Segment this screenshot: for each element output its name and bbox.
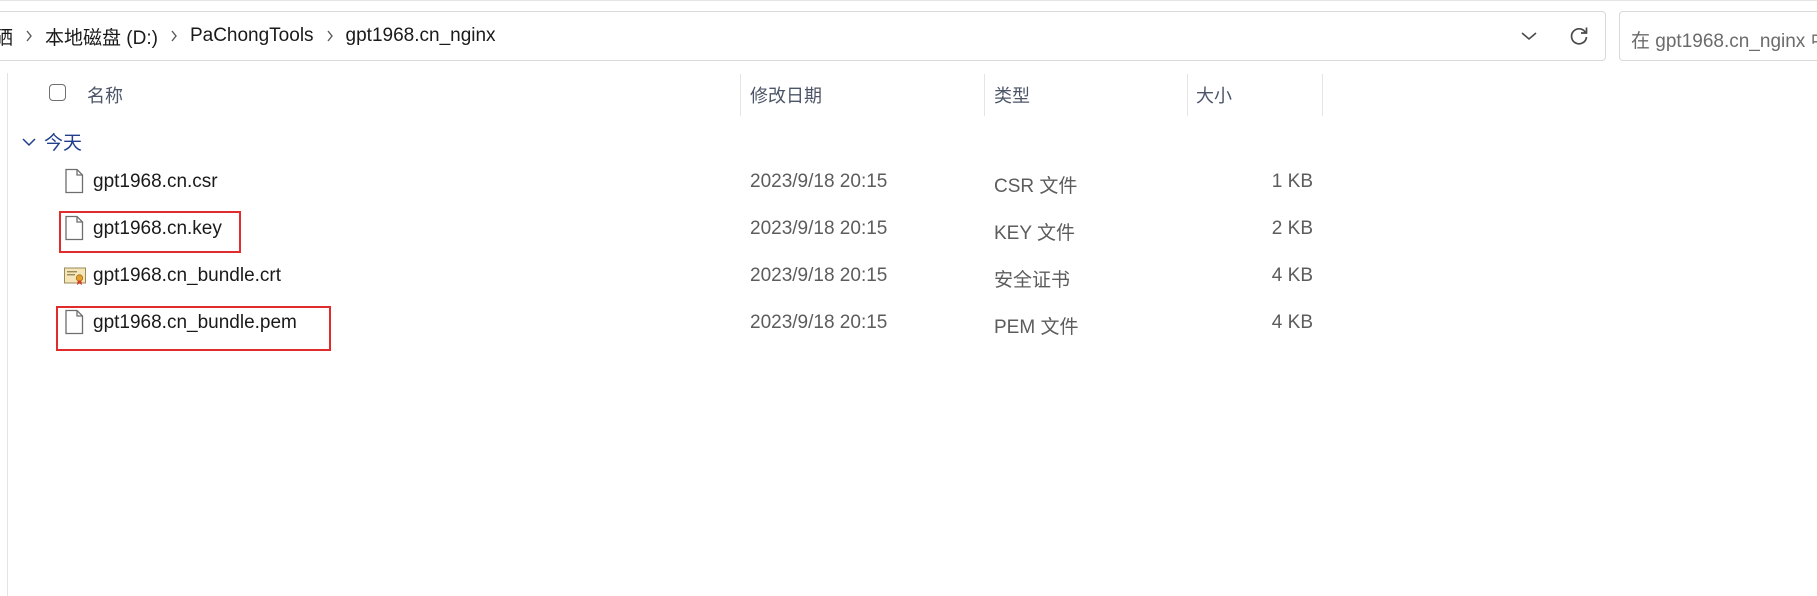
file-size: 4 KB bbox=[1271, 265, 1313, 286]
file-icon bbox=[65, 215, 84, 241]
window-top-border bbox=[0, 0, 1817, 1]
file-type: 安全证书 bbox=[994, 270, 1071, 291]
chevron-down-icon bbox=[22, 137, 36, 146]
file-modified: 2023/9/18 20:15 bbox=[750, 312, 888, 333]
column-divider[interactable] bbox=[740, 74, 741, 116]
file-modified: 2023/9/18 20:15 bbox=[750, 218, 888, 239]
group-label: 今天 bbox=[44, 133, 83, 154]
file-type: KEY 文件 bbox=[994, 223, 1075, 244]
group-header-today[interactable]: 今天 bbox=[22, 128, 82, 155]
breadcrumb-item-drive[interactable]: 本地磁盘 (D:) bbox=[41, 23, 162, 50]
file-type: CSR 文件 bbox=[994, 176, 1078, 197]
column-divider[interactable] bbox=[1187, 74, 1188, 116]
file-name[interactable]: gpt1968.cn.key bbox=[93, 218, 222, 240]
file-name[interactable]: gpt1968.cn_bundle.crt bbox=[93, 265, 281, 287]
column-header-modified[interactable]: 修改日期 bbox=[750, 82, 822, 108]
breadcrumb-item-pachongtools[interactable]: PaChongTools bbox=[186, 25, 318, 47]
file-row[interactable]: gpt1968.cn.csr 2023/9/18 20:15 CSR 文件 1 … bbox=[0, 165, 1330, 201]
certificate-icon bbox=[64, 267, 86, 285]
breadcrumb: 硒 本地磁盘 (D:) PaChongTools gpt1968.cn_ngin… bbox=[0, 12, 500, 60]
chevron-right-icon[interactable] bbox=[318, 30, 342, 42]
chevron-right-icon[interactable] bbox=[17, 30, 41, 42]
file-row[interactable]: gpt1968.cn_bundle.pem 2023/9/18 20:15 PE… bbox=[0, 306, 1330, 342]
column-header-type[interactable]: 类型 bbox=[994, 82, 1030, 108]
file-modified: 2023/9/18 20:15 bbox=[750, 265, 888, 286]
column-divider[interactable] bbox=[1322, 74, 1323, 116]
search-box[interactable]: 在 gpt1968.cn_nginx 中搜索 bbox=[1619, 11, 1817, 61]
file-row[interactable]: gpt1968.cn.key 2023/9/18 20:15 KEY 文件 2 … bbox=[0, 212, 1330, 248]
refresh-icon bbox=[1570, 27, 1588, 45]
chevron-right-icon[interactable] bbox=[162, 30, 186, 42]
column-header-name[interactable]: 名称 bbox=[87, 82, 123, 108]
column-header-size[interactable]: 大小 bbox=[1196, 82, 1232, 108]
file-icon bbox=[65, 168, 84, 194]
recent-locations-button[interactable] bbox=[1515, 24, 1543, 48]
file-size: 2 KB bbox=[1271, 218, 1313, 239]
file-row[interactable]: gpt1968.cn_bundle.crt 2023/9/18 20:15 安全… bbox=[0, 259, 1330, 295]
file-icon bbox=[65, 309, 84, 335]
select-all-checkbox[interactable] bbox=[49, 84, 66, 101]
file-name[interactable]: gpt1968.cn.csr bbox=[93, 171, 218, 193]
column-header: 名称 修改日期 类型 大小 bbox=[0, 74, 1330, 116]
file-size: 1 KB bbox=[1271, 171, 1313, 192]
column-divider[interactable] bbox=[984, 74, 985, 116]
address-bar[interactable]: 硒 本地磁盘 (D:) PaChongTools gpt1968.cn_ngin… bbox=[0, 11, 1606, 61]
file-size: 4 KB bbox=[1271, 312, 1313, 333]
file-type: PEM 文件 bbox=[994, 317, 1079, 338]
breadcrumb-item-root[interactable]: 硒 bbox=[0, 23, 17, 50]
breadcrumb-item-current-folder[interactable]: gpt1968.cn_nginx bbox=[342, 25, 500, 47]
search-input[interactable]: 在 gpt1968.cn_nginx 中搜索 bbox=[1631, 26, 1817, 53]
refresh-button[interactable] bbox=[1565, 23, 1593, 49]
chevron-down-icon bbox=[1521, 32, 1537, 41]
file-modified: 2023/9/18 20:15 bbox=[750, 171, 888, 192]
file-name[interactable]: gpt1968.cn_bundle.pem bbox=[93, 312, 297, 334]
